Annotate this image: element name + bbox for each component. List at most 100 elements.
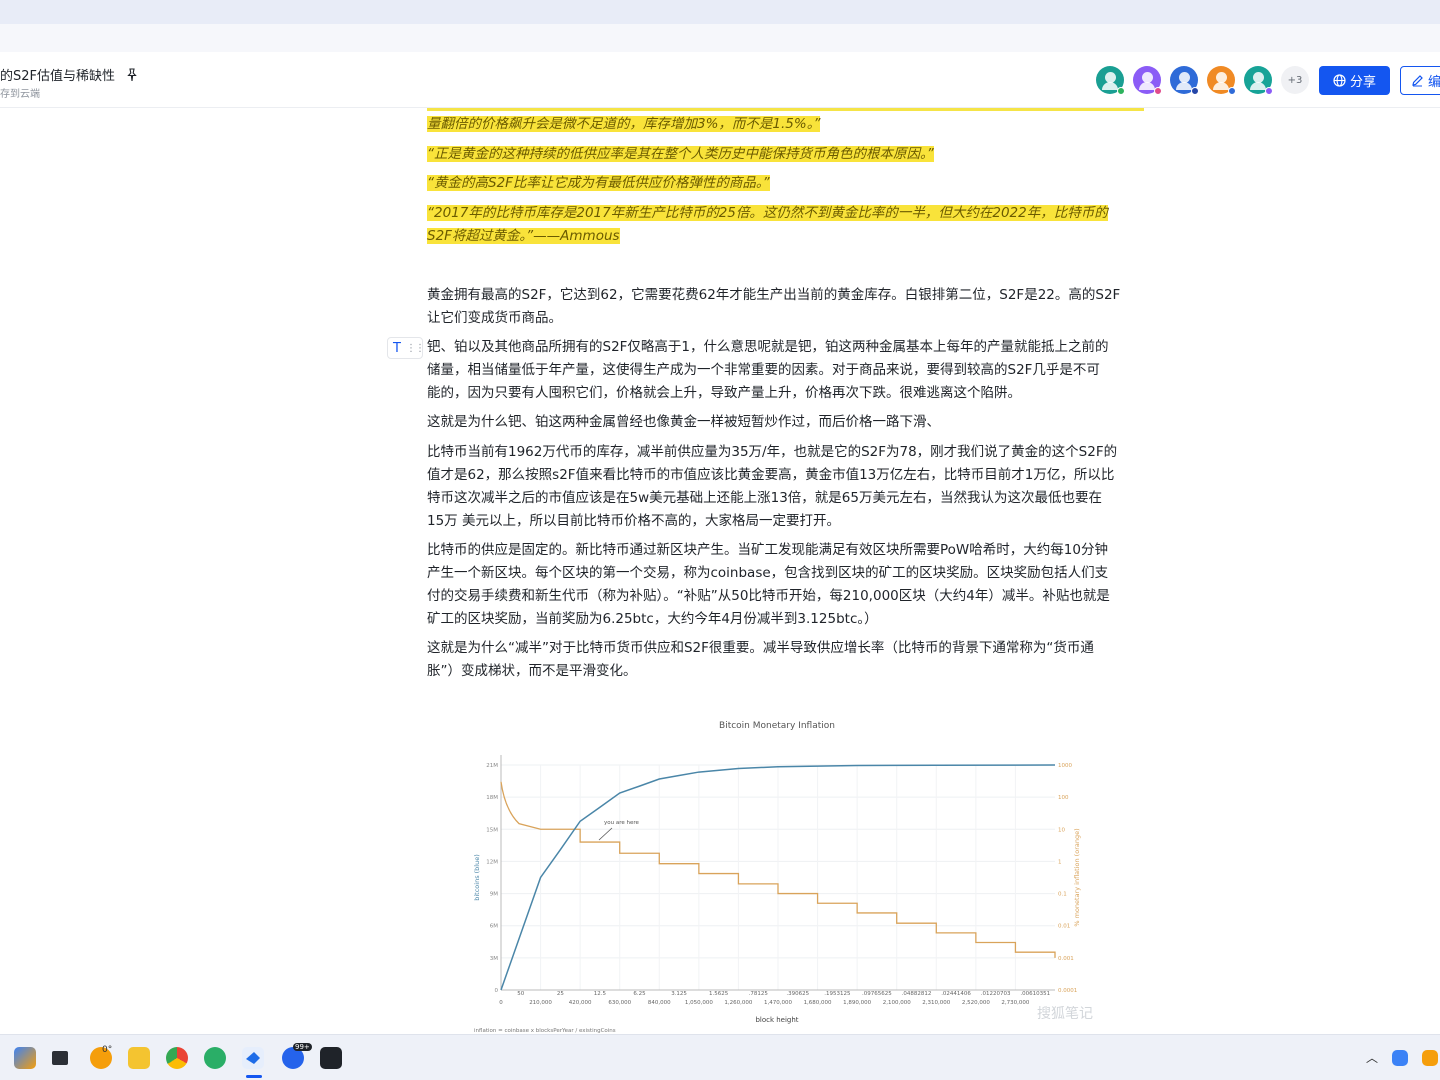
- paragraph-line: 值才是62，那么按照s2F值来看比特币的市值应该比黄金要高，黄金市值13万亿左右…: [427, 467, 1115, 483]
- x-tick-label: 1,050,000: [685, 1000, 713, 1006]
- edit-label: 编: [1428, 75, 1440, 90]
- y-axis-left-label: bitcoins (blue): [473, 854, 481, 901]
- presence-dot: [1154, 87, 1162, 95]
- wechat-icon[interactable]: [204, 1047, 226, 1069]
- edit-button[interactable]: 编: [1400, 66, 1440, 95]
- watermark: 搜狐笔记: [1037, 1006, 1093, 1022]
- paragraph-line: 15万 美元以上，所以目前比特币价格不高的，大家格局一定要打开。: [427, 513, 840, 529]
- y-right-tick-label: 1: [1058, 859, 1062, 865]
- y-right-tick-label: 10: [1058, 827, 1065, 833]
- taskbar: 0° 99+ ︿: [0, 1034, 1440, 1080]
- paragraph: 比特币的供应是固定的。新比特币通过新区块产生。当矿工发现能满足有效区块所需要Po…: [427, 539, 1144, 631]
- y-left-tick-label: 6M: [490, 924, 498, 930]
- y-left-tick-label: 3M: [490, 956, 498, 962]
- block-type-handle[interactable]: T ⋮⋮: [387, 337, 425, 359]
- globe-icon: [1333, 74, 1346, 87]
- x-tick-label: 2,310,000: [922, 1000, 950, 1006]
- presence-dot: [1191, 87, 1199, 95]
- y-right-tick-label: 0.01: [1058, 924, 1070, 930]
- copilot-icon[interactable]: [14, 1047, 36, 1069]
- y-left-tick-label: 0: [495, 988, 499, 994]
- x-tick-label: 420,000: [569, 1000, 592, 1006]
- bitcoin-inflation-chart[interactable]: Bitcoin Monetary Inflation 21M 18M 15M 12M 9M…: [427, 708, 1144, 1034]
- presence-dot: [1265, 87, 1273, 95]
- y-right-tick-label: 0.001: [1058, 956, 1074, 962]
- reward-label: 25: [557, 991, 564, 997]
- quote-text: S2F将超过黄金。”——Ammous: [427, 228, 620, 244]
- reward-label: .09765625: [862, 991, 892, 997]
- reward-label: .390625: [786, 991, 809, 997]
- x-tick-label: 1,470,000: [764, 1000, 792, 1006]
- reward-label: 3.125: [671, 991, 687, 997]
- paragraph-line: 钯、铂以及其他商品所拥有的S2F仅略高于1，什么意思呢就是钯，铂这两种金属基本上…: [427, 339, 1109, 355]
- paragraph-line: 这就是为什么“减半”对于比特币货币供应和S2F很重要。减半导致供应增长率（比特币…: [427, 640, 1094, 656]
- paragraph-line: 这就是为什么钯、铂这两种金属曾经也像黄金一样被短暂炒作过，而后价格一路下滑、: [427, 414, 940, 430]
- x-tick-label: 1,680,000: [804, 1000, 832, 1006]
- paragraph-line: 矿工的区块奖励，当前奖励为6.25btc，大约今年4月份减半到3.125btc。…: [427, 611, 878, 627]
- x-tick-label: 2,520,000: [962, 1000, 990, 1006]
- share-button[interactable]: 分享: [1319, 66, 1390, 95]
- task-view-icon[interactable]: [52, 1051, 68, 1065]
- chrome-icon[interactable]: [166, 1047, 188, 1069]
- feishu-icon[interactable]: [242, 1047, 264, 1069]
- paragraph-line: 比特币当前有1962万代币的库存，减半前供应量为35万/年，也就是它的S2F为7…: [427, 444, 1118, 460]
- more-collaborators-badge[interactable]: +3: [1281, 66, 1309, 94]
- reward-label: .00610351: [1020, 991, 1050, 997]
- tray-app-icon[interactable]: [1422, 1050, 1438, 1066]
- quote-line: “黄金的高S2F比率让它成为有最低供应价格弹性的商品。”: [427, 172, 1144, 195]
- weather-temp: 0°: [102, 1045, 113, 1055]
- paragraph: 这就是为什么钯、铂这两种金属曾经也像黄金一样被短暂炒作过，而后价格一路下滑、: [427, 411, 1144, 434]
- y-left-tick-label: 9M: [490, 892, 498, 898]
- drag-handle-icon[interactable]: ⋮⋮: [406, 343, 425, 354]
- tray-expand-icon[interactable]: ︿: [1366, 1049, 1378, 1066]
- reward-label: .02441406: [941, 991, 971, 997]
- paragraph-line: 比特币的供应是固定的。新比特币通过新区块产生。当矿工发现能满足有效区块所需要Po…: [427, 542, 1108, 558]
- doc-header: 的S2F估值与稀缺性 存到云端 +3 分享 编: [0, 52, 1440, 108]
- chart-title: Bitcoin Monetary Inflation: [719, 721, 835, 731]
- y-left-tick-label: 12M: [486, 859, 498, 865]
- paragraph: 钯、铂以及其他商品所拥有的S2F仅略高于1，什么意思呢就是钯，铂这两种金属基本上…: [427, 336, 1144, 405]
- y-right-tick-label: 100: [1058, 795, 1069, 801]
- y-right-tick-label: 0.0001: [1058, 988, 1077, 994]
- y-axis-right-label: % monetary inflation (orange): [1073, 828, 1081, 926]
- notification-badge: 99+: [293, 1043, 312, 1051]
- y-left-tick-label: 21M: [486, 763, 498, 769]
- avatar[interactable]: [1207, 66, 1236, 95]
- reward-label: 12.5: [594, 991, 607, 997]
- pencil-icon: [1412, 75, 1423, 87]
- x-tick-label: 840,000: [648, 1000, 671, 1006]
- quote-line: “正是黄金的这种持续的低供应率是其在整个人类历史中能保持货币角色的根本原因。”: [427, 143, 1144, 166]
- chart-svg: Bitcoin Monetary Inflation 21M 18M 15M 12M 9M…: [427, 708, 1144, 1034]
- paragraph-line: 能的，因为只要有人囤积它们，价格就会上升，导致产量上升，价格再次下跌。很难逃离这…: [427, 385, 1021, 401]
- x-tick-label: 0: [499, 1000, 503, 1006]
- presence-dot: [1117, 87, 1125, 95]
- reward-label: 1.5625: [709, 991, 729, 997]
- paragraph: 这就是为什么“减半”对于比特币货币供应和S2F很重要。减半导致供应增长率（比特币…: [427, 637, 1144, 683]
- quote-text: 量翻倍的价格飙升会是微不足道的，库存增加3%，而不是1.5%。”: [427, 116, 821, 132]
- avatar[interactable]: [1133, 66, 1162, 95]
- avatar[interactable]: [1244, 66, 1273, 95]
- doc-title[interactable]: 的S2F估值与稀缺性: [0, 65, 139, 84]
- video-app-icon[interactable]: [320, 1047, 342, 1069]
- paragraph-line: 付的交易手续费和新生代币（称为补贴）。“补贴”从50比特币开始，每210,000…: [427, 588, 1110, 604]
- paragraph-line: 特币这次减半之后的市值应该是在5w美元基础上还能上涨13倍，就是65万美元左右，…: [427, 490, 1102, 506]
- text-type-icon: T: [393, 340, 401, 356]
- reward-label: 50: [517, 991, 524, 997]
- quote-line: “2017年的比特币库存是2017年新生产比特币的25倍。这仍然不到黄金比率的一…: [427, 202, 1144, 225]
- pin-icon[interactable]: [125, 67, 139, 82]
- browser-tab-strip: [0, 0, 1440, 24]
- y-right-tick-label: 1000: [1058, 763, 1072, 769]
- tray-app-icon[interactable]: [1392, 1050, 1408, 1066]
- y-left-tick-label: 15M: [486, 827, 498, 833]
- reward-label: .01220703: [981, 991, 1011, 997]
- quote-line: S2F将超过黄金。”——Ammous: [427, 225, 1144, 248]
- quote-text: “黄金的高S2F比率让它成为有最低供应价格弹性的商品。”: [427, 175, 770, 191]
- paragraph-line: 胀”）变成梯状，而不是平滑变化。: [427, 663, 637, 679]
- paragraph-line: 黄金拥有最高的S2F，它达到62，它需要花费62年才能生产出当前的黄金库存。白银…: [427, 287, 1121, 303]
- file-explorer-icon[interactable]: [128, 1047, 150, 1069]
- doc-title-text: 的S2F估值与稀缺性: [0, 69, 116, 84]
- x-tick-label: 1,260,000: [724, 1000, 752, 1006]
- avatar[interactable]: [1096, 66, 1125, 95]
- avatar[interactable]: [1170, 66, 1199, 95]
- y-right-tick-label: 0.1: [1058, 892, 1067, 898]
